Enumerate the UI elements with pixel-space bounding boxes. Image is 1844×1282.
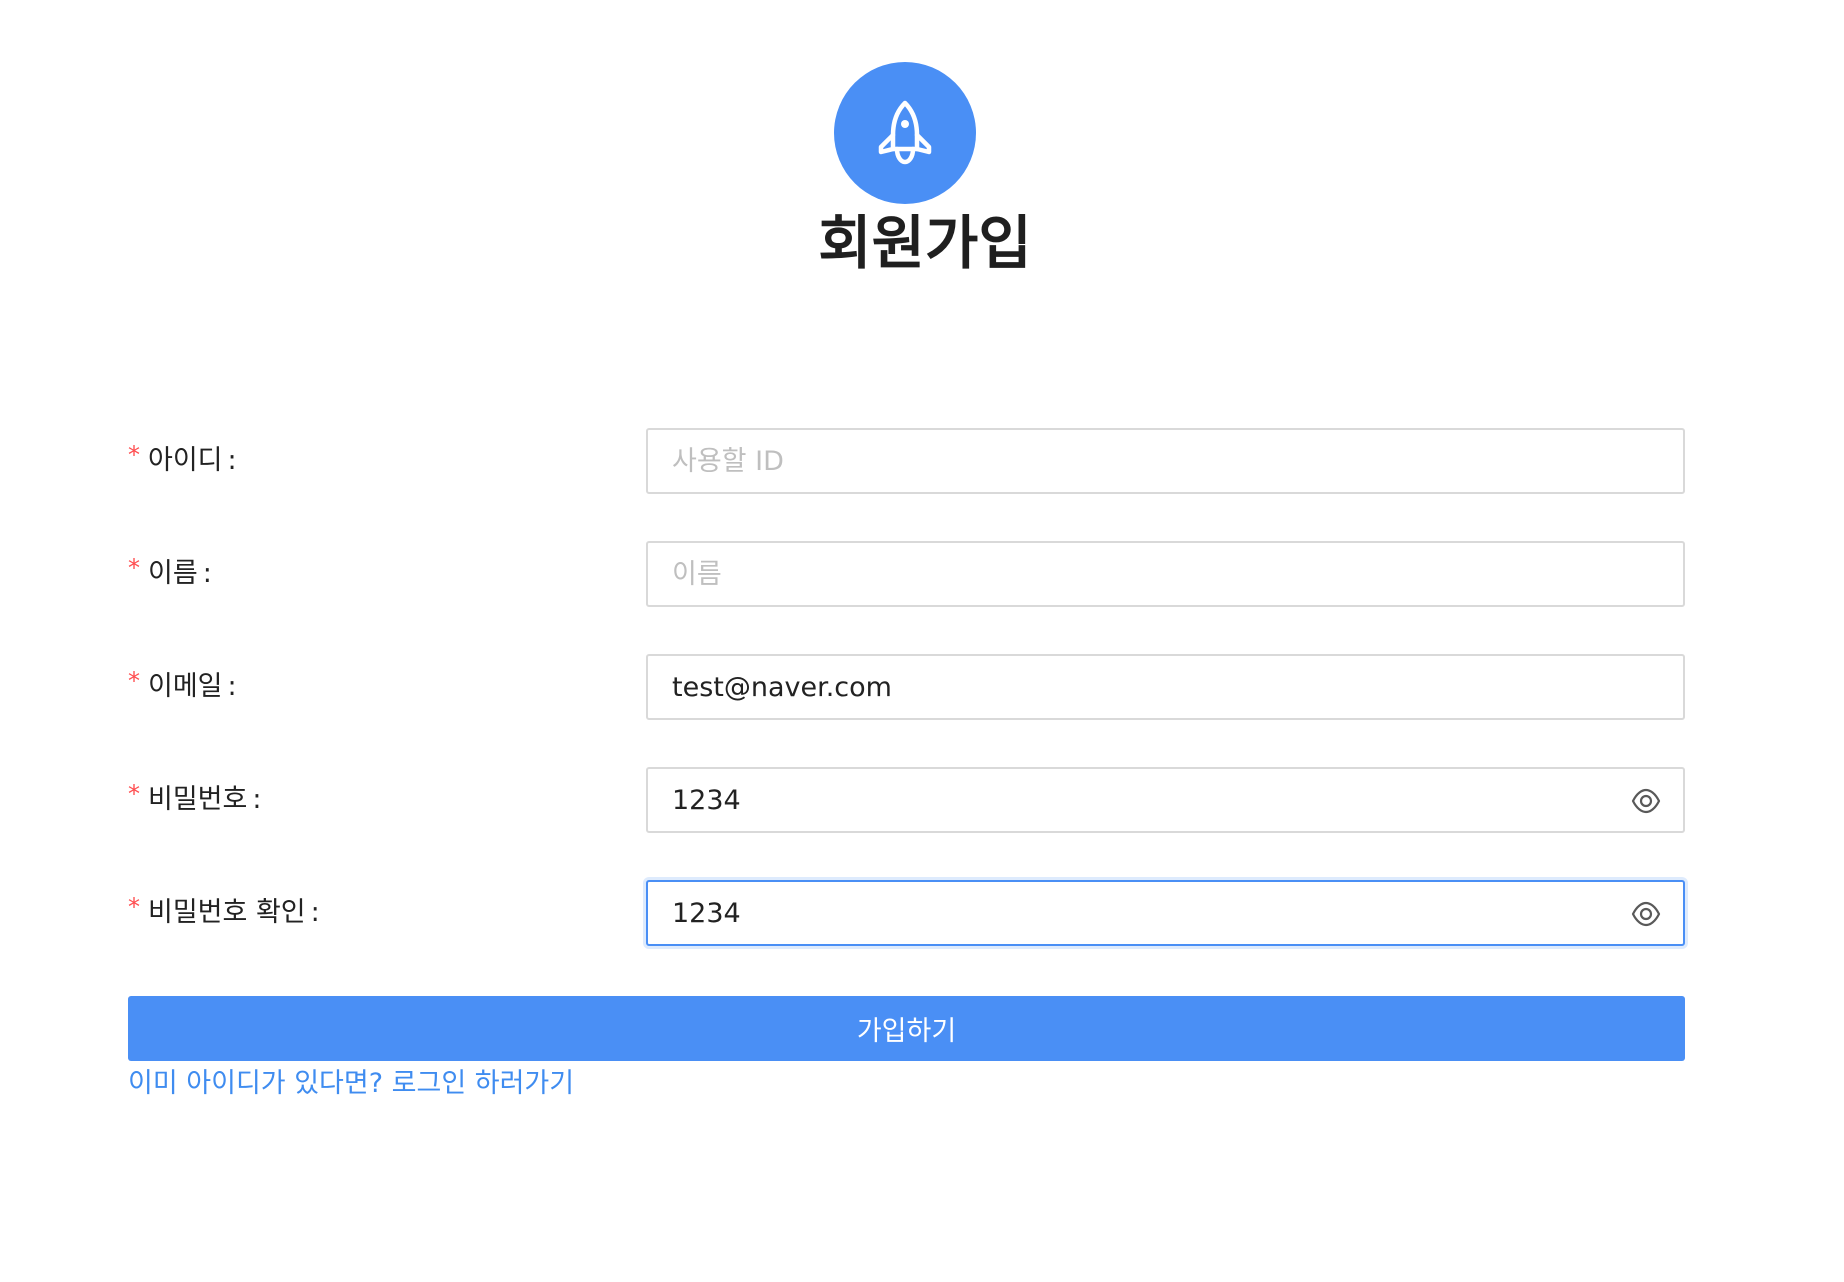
form-row-name: * 이름: (128, 541, 1685, 607)
name-input[interactable] (648, 543, 1683, 605)
required-mark: * (128, 554, 140, 582)
label-colon: : (202, 558, 212, 589)
password-input[interactable] (648, 769, 1683, 831)
id-label-text: 아이디 (148, 445, 223, 476)
form-row-email: * 이메일: (128, 654, 1685, 720)
email-label: * 이메일: (128, 654, 237, 720)
password-confirm-label-text: 비밀번호 확인 (148, 897, 306, 928)
password-confirm-label: * 비밀번호 확인: (128, 880, 320, 946)
page-title: 회원가입 (818, 209, 1032, 277)
login-link[interactable]: 이미 아이디가 있다면? 로그인 하러가기 (128, 1064, 574, 1104)
name-field (646, 541, 1685, 607)
label-colon: : (227, 671, 237, 702)
rocket-icon (878, 100, 932, 165)
required-mark: * (128, 667, 140, 695)
name-label: * 이름: (128, 541, 212, 607)
password-confirm-input[interactable] (648, 882, 1683, 944)
email-field (646, 654, 1685, 720)
required-mark: * (128, 780, 140, 808)
password-field (646, 767, 1685, 833)
email-input[interactable] (648, 656, 1683, 718)
id-field (646, 428, 1685, 494)
name-label-text: 이름 (148, 558, 198, 589)
email-label-text: 이메일 (148, 671, 223, 702)
logo-avatar (834, 62, 976, 204)
id-input[interactable] (648, 430, 1683, 492)
form-row-id: * 아이디: (128, 428, 1685, 494)
password-confirm-field (646, 880, 1685, 946)
form-row-password: * 비밀번호: (128, 767, 1685, 833)
eye-icon[interactable] (1631, 788, 1661, 814)
id-label: * 아이디: (128, 428, 237, 494)
label-colon: : (252, 784, 262, 815)
required-mark: * (128, 893, 140, 921)
label-colon: : (227, 445, 237, 476)
required-mark: * (128, 441, 140, 469)
password-label-text: 비밀번호 (148, 784, 248, 815)
signup-button[interactable]: 가입하기 (128, 996, 1685, 1061)
form-row-password-confirm: * 비밀번호 확인: (128, 880, 1685, 946)
label-colon: : (310, 897, 320, 928)
eye-icon[interactable] (1631, 901, 1661, 927)
password-label: * 비밀번호: (128, 767, 261, 833)
